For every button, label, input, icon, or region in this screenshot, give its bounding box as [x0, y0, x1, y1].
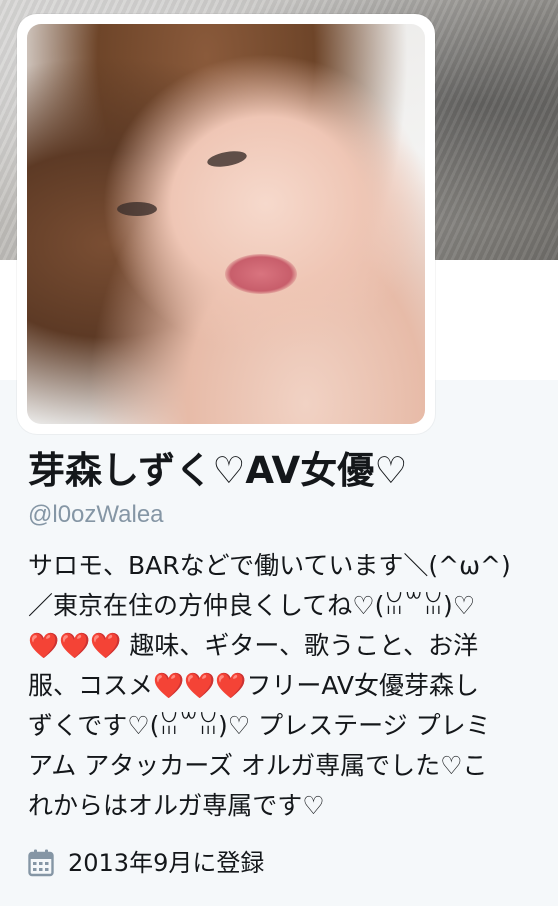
profile-card: 芽森しずく♡AV女優♡ @l0ozWalea サロモ、BARなどで働いています＼… [28, 448, 543, 878]
calendar-icon [28, 849, 54, 877]
join-date-text: 2013年9月に登録 [68, 849, 265, 877]
bio-line: 服、コスメ❤️❤️❤️フリーAV女優芽森し [28, 671, 479, 700]
avatar[interactable] [27, 24, 425, 424]
avatar-lips [225, 254, 297, 294]
display-name[interactable]: 芽森しずく♡AV女優♡ [28, 448, 543, 494]
avatar-eye-right [206, 148, 248, 170]
screen-name[interactable]: @l0ozWalea [28, 500, 543, 530]
avatar-eye-left [117, 202, 157, 216]
bio-line: れからはオルガ専属です♡ [28, 791, 325, 820]
bio-line: サロモ、BARなどで働いています＼(^ω^) [28, 551, 511, 580]
join-date: 2013年9月に登録 [28, 848, 543, 878]
bio-line: アム アタッカーズ オルガ専属でした♡こ [28, 751, 488, 780]
bio-line: ずくです♡(ꈍ꒳ꈍ)♡ プレステージ プレミ [28, 711, 491, 740]
bio-line: ／東京在住の方仲良くしてね♡(ꈍ꒳ꈍ)♡ [28, 591, 476, 620]
avatar-frame[interactable] [17, 14, 435, 434]
bio: サロモ、BARなどで働いています＼(^ω^) ／東京在住の方仲良くしてね♡(ꈍ꒳… [28, 546, 543, 826]
bio-line: ❤️❤️❤️ 趣味、ギター、歌うこと、お洋 [28, 631, 479, 660]
